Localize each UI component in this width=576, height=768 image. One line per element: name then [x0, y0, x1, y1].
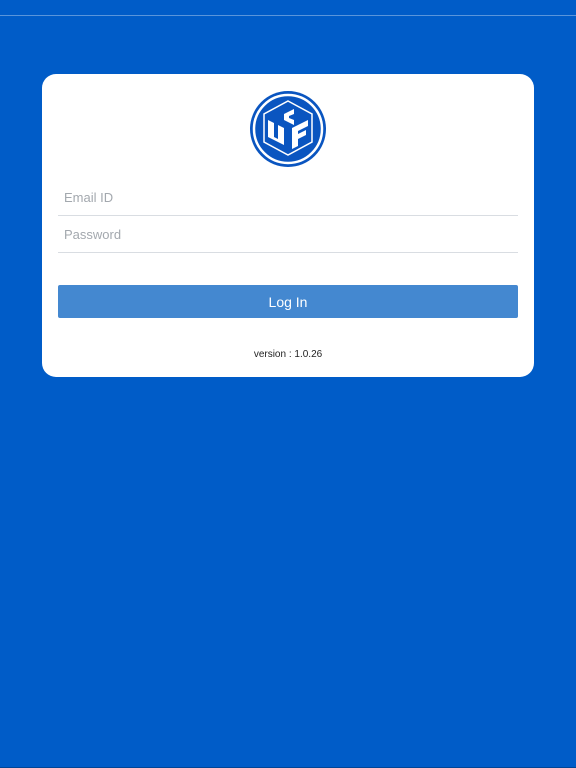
password-input[interactable] — [58, 216, 518, 252]
login-card: Log In version : 1.0.26 — [42, 74, 534, 377]
login-button[interactable]: Log In — [58, 285, 518, 318]
email-input[interactable] — [58, 179, 518, 215]
password-field[interactable] — [58, 216, 518, 253]
status-bar-divider — [0, 15, 576, 16]
cube-logo-icon — [250, 91, 326, 167]
version-label: version : 1.0.26 — [253, 349, 323, 360]
email-field[interactable] — [58, 179, 518, 216]
